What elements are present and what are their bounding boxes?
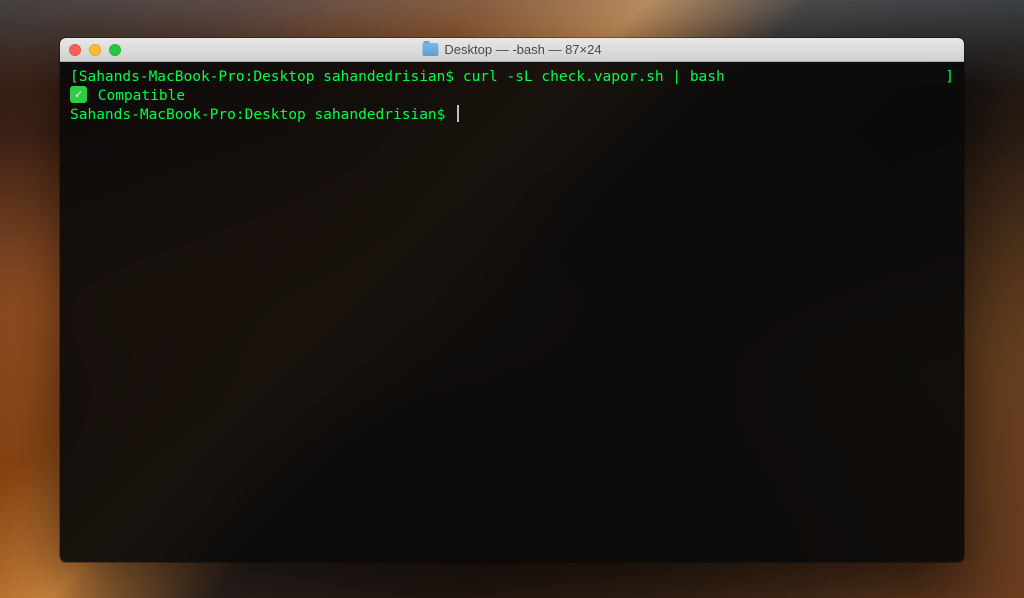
window-title-text: Desktop — -bash — 87×24 <box>444 42 601 57</box>
window-title: Desktop — -bash — 87×24 <box>422 42 601 57</box>
terminal-cursor <box>457 105 459 122</box>
terminal-output-text: Compatible <box>89 87 185 106</box>
terminal-command: curl -sL check.vapor.sh | bash <box>463 68 725 87</box>
minimize-button[interactable] <box>89 44 101 56</box>
folder-icon <box>422 43 438 56</box>
maximize-button[interactable] <box>109 44 121 56</box>
terminal-output-line: Compatible <box>70 87 954 106</box>
prompt-bracket-left: [ <box>70 68 79 87</box>
terminal-window: Desktop — -bash — 87×24 [Sahands-MacBook… <box>60 38 964 562</box>
terminal-line-1: [Sahands-MacBook-Pro:Desktop sahandedris… <box>70 68 954 87</box>
window-title-bar[interactable]: Desktop — -bash — 87×24 <box>60 38 964 62</box>
prompt-bracket-right: ] <box>945 68 954 87</box>
check-icon <box>70 86 87 103</box>
terminal-content[interactable]: [Sahands-MacBook-Pro:Desktop sahandedris… <box>60 62 964 562</box>
window-controls <box>60 44 121 56</box>
terminal-prompt: Sahands-MacBook-Pro:Desktop sahandedrisi… <box>79 68 463 87</box>
terminal-line-2: Sahands-MacBook-Pro:Desktop sahandedrisi… <box>70 106 954 125</box>
terminal-prompt-2: Sahands-MacBook-Pro:Desktop sahandedrisi… <box>70 106 454 125</box>
close-button[interactable] <box>69 44 81 56</box>
